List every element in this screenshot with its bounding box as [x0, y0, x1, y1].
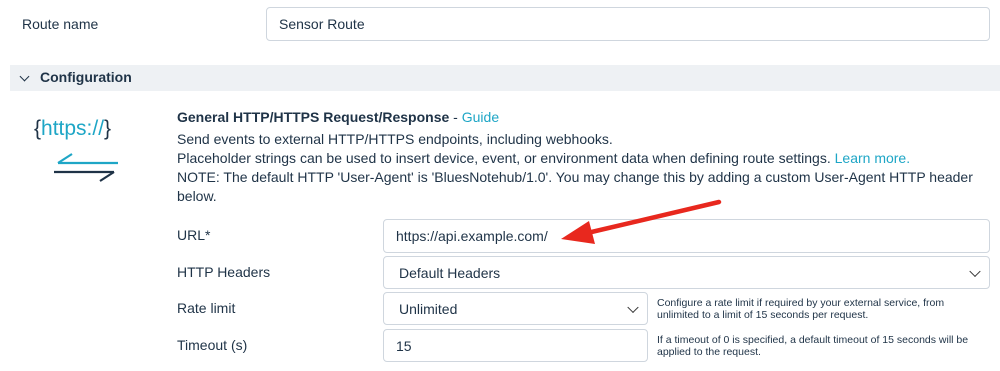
url-value: https://api.example.com/	[396, 228, 548, 244]
configuration-title: Configuration	[40, 69, 132, 85]
timeout-help-line-2: applied to the request.	[657, 346, 761, 358]
timeout-input[interactable]: 15	[383, 329, 648, 362]
http-headers-select[interactable]: Default Headers	[383, 256, 990, 289]
https-logo: {https://}	[34, 117, 144, 187]
chevron-down-icon	[19, 71, 30, 82]
timeout-label: Timeout (s)	[177, 337, 248, 353]
description-line-1: Send events to external HTTP/HTTPS endpo…	[177, 131, 613, 147]
rate-limit-select[interactable]: Unlimited	[383, 292, 648, 325]
logo-text: https://	[41, 117, 105, 140]
title-separator: -	[449, 109, 462, 125]
endpoint-title: General HTTP/HTTPS Request/Response	[177, 109, 450, 125]
annotation-arrow	[561, 199, 722, 244]
chevron-down-icon	[969, 265, 981, 277]
configuration-section-header[interactable]: Configuration	[10, 65, 1000, 91]
chevron-down-icon	[627, 301, 639, 313]
rate-limit-help-line-1: Configure a rate limit if required by yo…	[657, 297, 945, 309]
note-line-1: NOTE: The default HTTP 'User-Agent' is '…	[177, 169, 973, 185]
timeout-value: 15	[396, 337, 412, 354]
route-name-input[interactable]: Sensor Route	[266, 7, 990, 41]
rate-limit-value: Unlimited	[399, 300, 458, 317]
description-line-2: Placeholder strings can be used to inser…	[177, 150, 831, 166]
rate-limit-help-line-2: unlimited to a limit of 15 seconds per r…	[657, 309, 869, 321]
route-name-value: Sensor Route	[279, 16, 365, 32]
learn-more-link[interactable]: Learn more.	[835, 150, 910, 166]
timeout-help-line-1: If a timeout of 0 is specified, a defaul…	[657, 334, 969, 346]
brace-right-icon: }	[104, 117, 112, 140]
route-name-label: Route name	[22, 16, 99, 32]
brace-left-icon: {	[34, 117, 42, 140]
exchange-arrows-icon	[54, 153, 118, 182]
url-label: URL*	[177, 227, 211, 243]
http-headers-value: Default Headers	[399, 264, 501, 281]
http-headers-label: HTTP Headers	[177, 264, 271, 280]
guide-link[interactable]: Guide	[462, 109, 499, 125]
rate-limit-label: Rate limit	[177, 300, 236, 316]
